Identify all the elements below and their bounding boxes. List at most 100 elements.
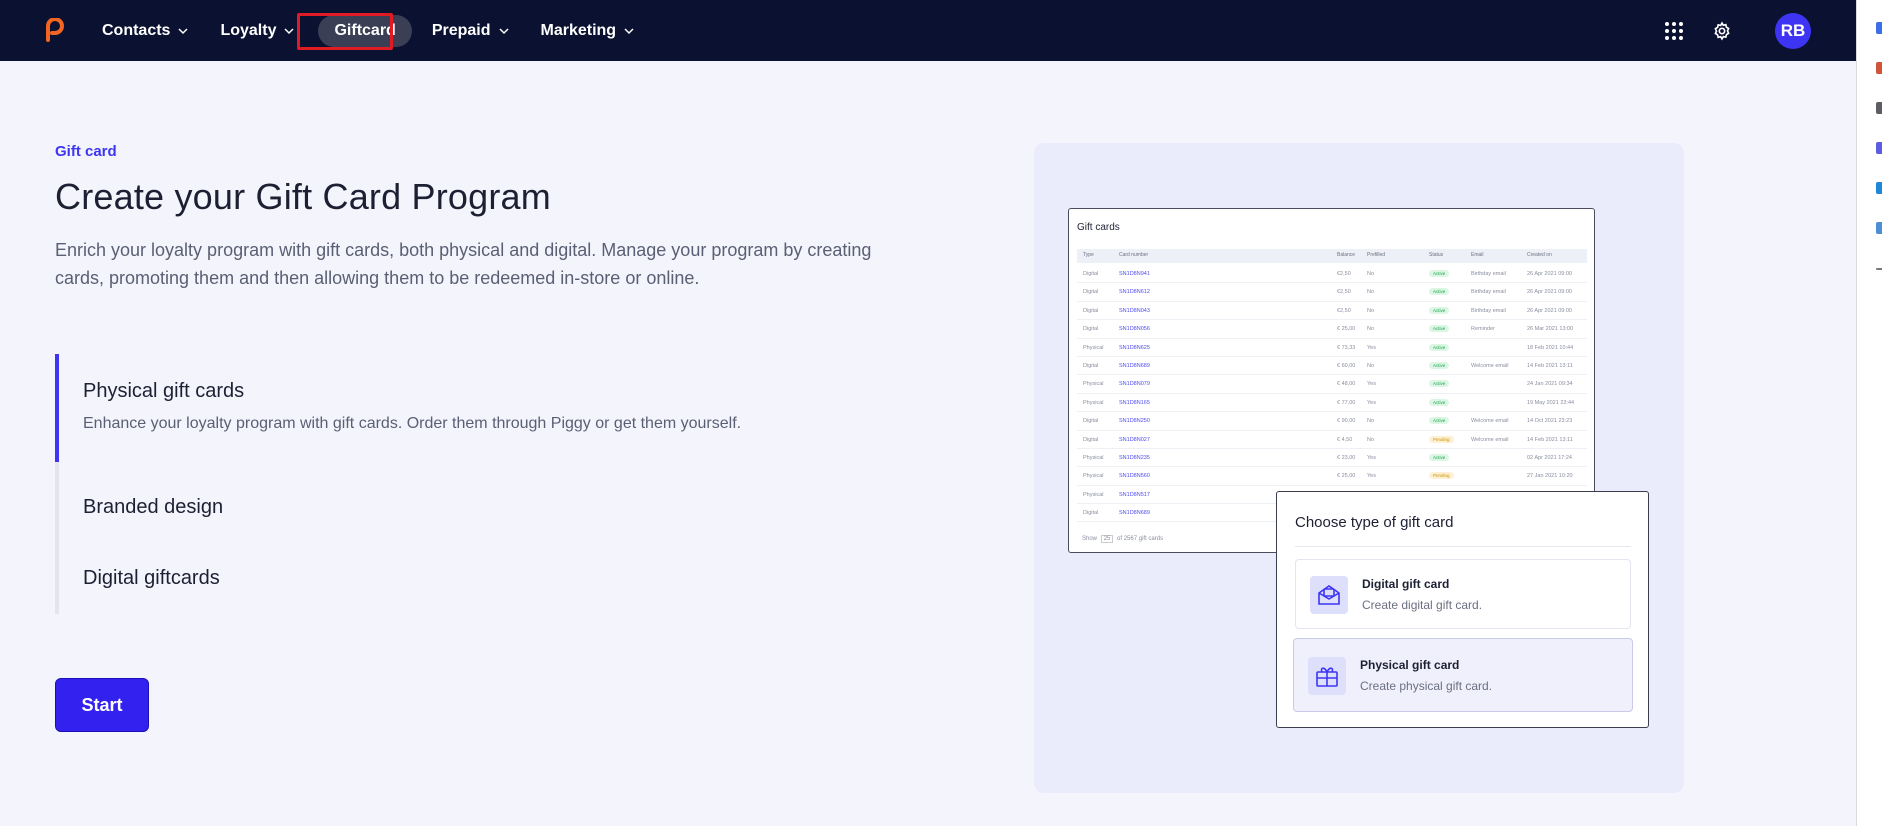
mock-table-cell: Digital (1083, 418, 1099, 425)
mock-footer-total: of 2567 gift cards (1117, 536, 1164, 542)
mock-table-row: Digital SN1D8N250 € 90,00 No Active Welcome e… (1077, 412, 1587, 431)
mock-table-cell: 27 Jan 2021 10:20 (1527, 473, 1573, 480)
feature-description: Enhance your loyalty program with gift c… (83, 415, 742, 432)
mock-table-cell: 18 Feb 2021 10:44 (1527, 344, 1574, 351)
mock-table-cell: Yes (1367, 399, 1376, 406)
mock-table-cell: € 23,00 (1337, 454, 1356, 461)
option-description: Create physical gift card. (1360, 679, 1493, 693)
mock-table-cell: € 77,00 (1337, 399, 1356, 406)
mock-table-rows: Digital SN1D8N941 €2,50 No Active Birthday em… (1077, 265, 1587, 523)
mock-column-header: Email (1471, 252, 1484, 258)
start-button[interactable]: Start (55, 678, 149, 732)
mock-table-row: Digital SN1D8N027 € 4,50 No Pending Welcome e… (1077, 431, 1587, 449)
mock-table-row: Digital SN1D8N612 €2,50 No Active Birthday em… (1077, 283, 1587, 302)
mock-table-cell: SN1D8N056 (1119, 326, 1150, 333)
mock-column-header: Prefilled (1367, 252, 1386, 258)
mock-table-cell: Digital (1083, 307, 1099, 314)
mock-table-cell: € 48,00 (1337, 381, 1356, 388)
mock-table-cell: 26 Mar 2021 13:00 (1527, 326, 1574, 333)
mock-table-cell: 26 Apr 2021 09:00 (1527, 271, 1572, 277)
feature-digital-giftcards[interactable]: Digital giftcards (55, 537, 815, 614)
mock-table-cell: Active (1429, 288, 1450, 296)
nav-prepaid-label: Prepaid (431, 21, 491, 39)
mock-table-header: Type Card number Balance Prefilled Statu… (1077, 249, 1587, 263)
mock-table-cell: SN1D8N235 (1119, 454, 1150, 461)
mock-table-cell: SN1D8N517 (1119, 491, 1150, 498)
mock-table-cell: Digital (1083, 326, 1099, 333)
mock-table-row: Digital SN1D8N941 €2,50 No Active Birthday em… (1077, 265, 1587, 284)
option-title: Physical gift card (1360, 658, 1460, 672)
settings-button[interactable] (1709, 18, 1735, 44)
mock-table-row: Physical SN1D8N165 € 77,00 Yes Active 19 May … (1077, 394, 1587, 413)
feature-branded-design[interactable]: Branded design (55, 462, 815, 537)
mock-table-cell: Physical (1083, 399, 1104, 406)
mock-column-header: Created on (1527, 252, 1552, 258)
top-right-actions: RB (1661, 0, 1811, 61)
mock-table-title: Gift cards (1077, 222, 1120, 233)
extension-icon[interactable] (1876, 268, 1882, 270)
mock-table-row: Digital SN1D8N689 € 60,00 No Active Welcome e… (1077, 357, 1587, 376)
mock-table-cell: € 25,00 (1337, 473, 1356, 480)
user-avatar[interactable]: RB (1775, 12, 1811, 49)
main-nav: Contacts Loyalty Giftcard Prepaid Market… (90, 0, 654, 61)
mock-table-cell: Welcome email (1471, 418, 1509, 425)
mock-column-header: Card number (1119, 252, 1149, 258)
mock-table-cell: 14 Feb 2021 13:11 (1527, 436, 1573, 443)
feature-title: Physical gift cards (83, 380, 245, 402)
apps-grid-button[interactable] (1661, 18, 1687, 44)
envelope-card-icon (1310, 576, 1348, 614)
option-description: Create digital gift card. (1362, 598, 1483, 612)
mock-table-cell: No (1367, 326, 1375, 333)
extension-icon[interactable] (1876, 182, 1882, 194)
nav-marketing[interactable]: Marketing (529, 15, 647, 47)
mock-table-cell: Active (1429, 306, 1450, 314)
mock-table-cell: Active (1429, 398, 1450, 406)
mock-table-cell: SN1D8N165 (1119, 399, 1150, 406)
nav-prepaid[interactable]: Prepaid (420, 15, 521, 47)
extension-icon[interactable] (1876, 142, 1882, 154)
avatar-initials: RB (1780, 20, 1806, 40)
nav-loyalty[interactable]: Loyalty (208, 15, 306, 47)
gift-card-type-chooser: Choose type of gift card Digital gift ca… (1276, 491, 1649, 728)
mock-column-header: Balance (1337, 252, 1356, 258)
mock-table-cell: No (1367, 436, 1375, 443)
extension-icon[interactable] (1876, 222, 1882, 234)
grid-icon (1665, 21, 1683, 40)
option-digital-gift-card[interactable]: Digital gift card Create digital gift ca… (1295, 559, 1631, 629)
gift-box-icon (1308, 657, 1346, 695)
mock-table-cell: Digital (1083, 289, 1099, 296)
mock-table-cell: 26 Apr 2021 09:00 (1527, 307, 1572, 314)
extension-icon[interactable] (1876, 102, 1882, 114)
mock-table-cell: Welcome email (1471, 436, 1509, 443)
mock-table-cell: SN1D8N941 (1119, 271, 1150, 277)
mock-table-cell: Active (1429, 417, 1450, 425)
mock-table-cell: Active (1429, 453, 1450, 461)
mock-table-cell: SN1D8N250 (1119, 418, 1150, 425)
top-navigation-bar: Contacts Loyalty Giftcard Prepaid Market… (0, 0, 1856, 61)
option-physical-gift-card[interactable]: Physical gift card Create physical gift … (1293, 638, 1633, 712)
piggy-logo-icon[interactable] (44, 18, 66, 42)
mock-table-cell: No (1367, 271, 1375, 277)
nav-loyalty-label: Loyalty (220, 21, 277, 39)
mock-table-cell: Pending (1429, 435, 1454, 443)
extension-icon[interactable] (1876, 22, 1882, 34)
mock-table-cell: Physical (1083, 344, 1104, 351)
mock-table-cell: 14 Oct 2021 23:23 (1527, 418, 1573, 425)
mock-footer-show: Show (1082, 536, 1098, 542)
mock-table-cell: Physical (1083, 381, 1104, 388)
browser-side-panel (1856, 0, 1882, 826)
mock-table-cell: Birthday email (1471, 307, 1506, 314)
feature-title: Branded design (83, 496, 224, 518)
option-title: Digital gift card (1362, 577, 1450, 591)
mock-table-cell: 02 Apr 2021 17:24 (1527, 454, 1572, 461)
feature-physical-gift-cards[interactable]: Physical gift cards Enhance your loyalty… (55, 354, 815, 462)
mock-table-cell: € 4,50 (1337, 436, 1353, 443)
mock-column-header: Type (1083, 252, 1094, 258)
extension-icon[interactable] (1876, 62, 1882, 74)
nav-giftcard[interactable]: Giftcard (318, 14, 412, 47)
gear-icon (1714, 20, 1730, 41)
page-subtitle: Enrich your loyalty program with gift ca… (55, 240, 872, 288)
nav-contacts[interactable]: Contacts (90, 15, 200, 47)
mock-table-cell: No (1367, 362, 1375, 369)
mock-table-cell: SN1D8N043 (1119, 307, 1150, 314)
